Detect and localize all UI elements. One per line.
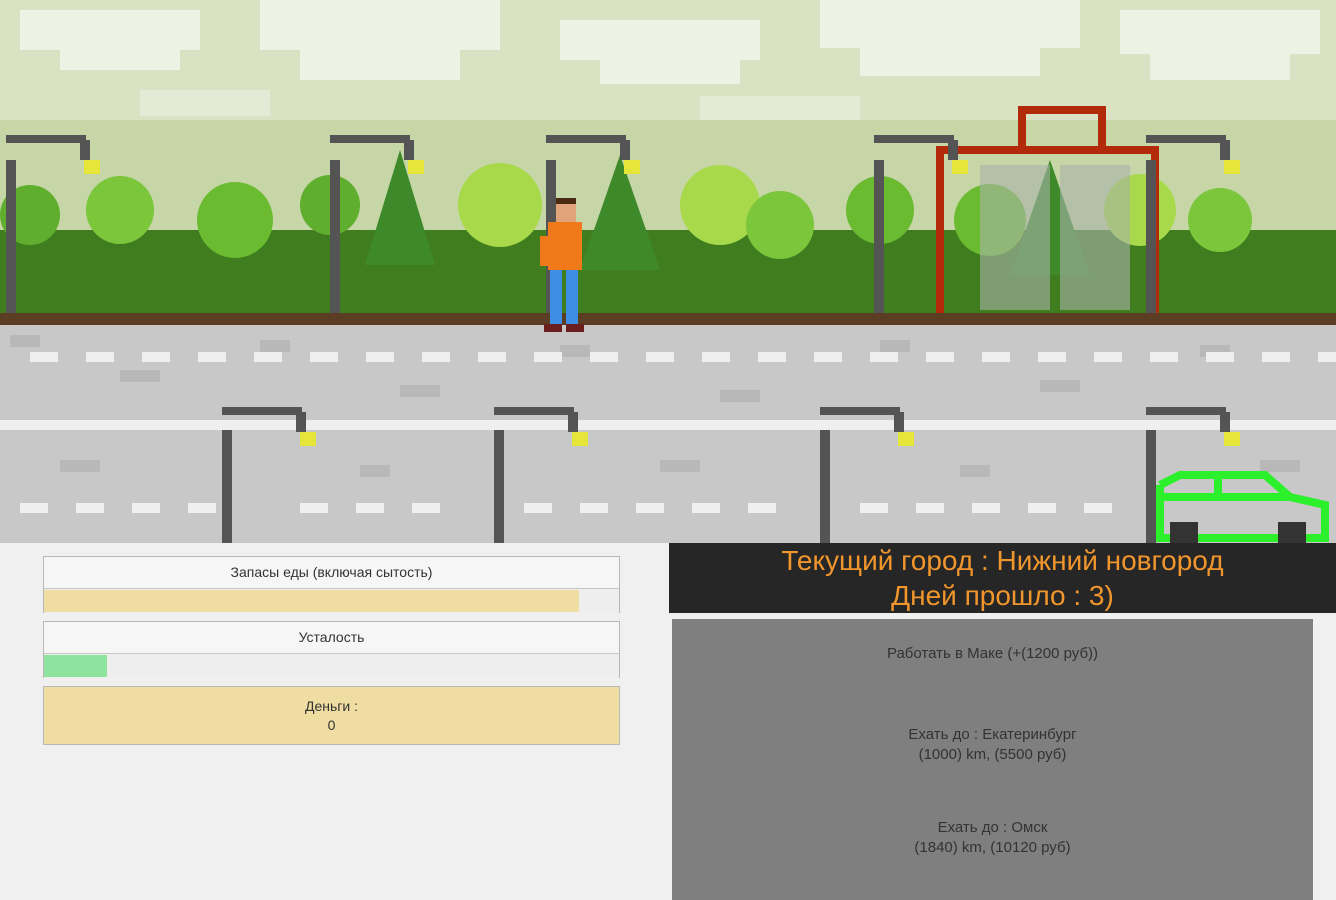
travel-omsk-cost: (1840) km, (10120 руб) [914, 839, 1071, 856]
actions-panel: Работать в Маке (+(1200 руб)) Ехать до :… [672, 619, 1313, 900]
days-passed-text: Дней прошло : 3) [891, 580, 1114, 611]
car-wheel [1278, 522, 1306, 543]
money-value: 0 [327, 717, 336, 733]
money-display: Деньги : 0 [43, 686, 620, 745]
fatigue-label: Усталость [44, 622, 619, 654]
travel-yekaterinburg-cost: (1000) km, (5500 руб) [918, 746, 1067, 763]
fatigue-fill [44, 655, 108, 677]
food-supply-bar [44, 589, 619, 613]
food-supply-meter: Запасы еды (включая сытость) [43, 556, 620, 613]
fatigue-bar [44, 654, 619, 678]
work-button[interactable]: Работать в Маке (+(1200 руб)) [672, 644, 1313, 664]
work-button-label: Работать в Маке (+(1200 руб)) [886, 645, 1099, 662]
travel-omsk-button[interactable]: Ехать до : Омск (1840) km, (10120 руб) [672, 818, 1313, 858]
travel-yekaterinburg-destination: Ехать до : Екатеринбург [908, 726, 1077, 743]
city-status-banner: Текущий город : Нижний новгород Дней про… [669, 543, 1336, 613]
current-city-text: Текущий город : Нижний новгород [781, 545, 1224, 576]
game-scene [0, 0, 1336, 543]
travel-yekaterinburg-button[interactable]: Ехать до : Екатеринбург (1000) km, (5500… [672, 725, 1313, 765]
food-supply-fill [44, 590, 579, 612]
fatigue-meter: Усталость [43, 621, 620, 678]
travel-omsk-destination: Ехать до : Омск [937, 819, 1048, 836]
money-label: Деньги : [305, 698, 358, 714]
car-wheel [1170, 522, 1198, 543]
dirt-edge [0, 313, 1336, 325]
food-supply-label: Запасы еды (включая сытость) [44, 557, 619, 589]
